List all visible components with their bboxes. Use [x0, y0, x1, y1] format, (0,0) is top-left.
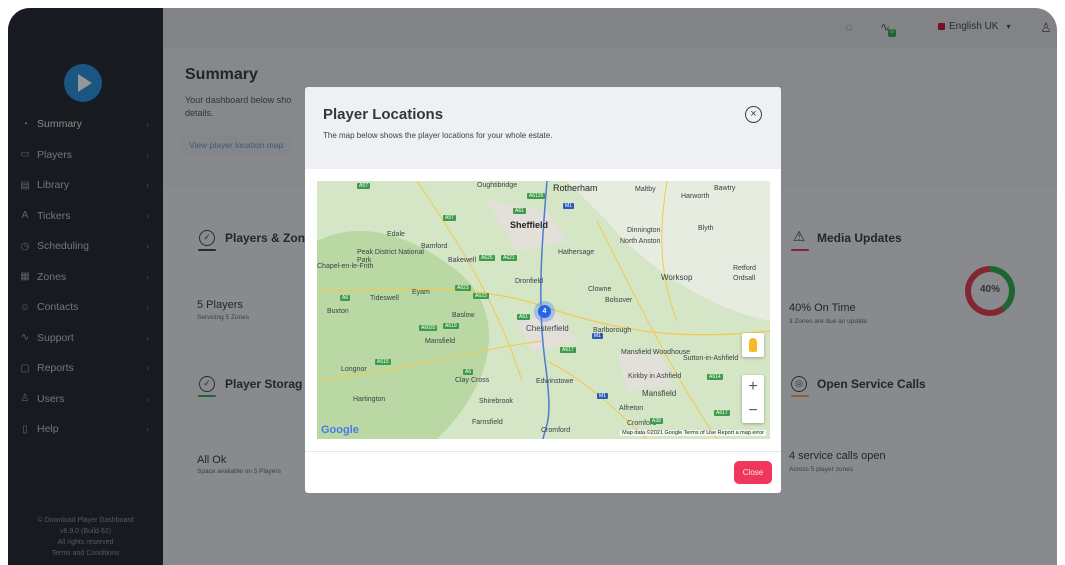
road-marker: M1 [597, 393, 608, 399]
close-icon[interactable]: × [745, 106, 762, 123]
road-marker: A6 [340, 295, 351, 301]
map-place: Blyth [698, 225, 714, 232]
road-marker: A6135 [527, 193, 546, 199]
road-marker: A617 [714, 410, 730, 416]
road-marker: M1 [592, 333, 603, 339]
road-marker: M1 [563, 203, 574, 209]
map-place: Mansfield Woodhouse [621, 349, 691, 356]
map-place: Farnsfield [472, 419, 503, 426]
road-marker: A614 [707, 374, 723, 380]
map-place: Clowne [588, 286, 612, 293]
zoom-out-button[interactable]: − [742, 399, 764, 423]
map-place: Worksop [661, 273, 693, 282]
modal-subtitle: The map below shows the player locations… [323, 131, 553, 140]
modal-title: Player Locations [323, 106, 444, 123]
map-place: Rotherham [553, 183, 598, 193]
road-marker: A6 [463, 369, 474, 375]
map-place: Harworth [681, 193, 710, 200]
map-place: Bakewell [448, 257, 477, 264]
player-locations-modal: Player Locations The map below shows the… [305, 87, 781, 493]
map-place: Edwinstowe [536, 378, 574, 385]
road-marker: A623 [473, 293, 489, 299]
map-place: Edale [387, 231, 405, 238]
map-place: Bolsover [605, 297, 633, 304]
zoom-control: + − [742, 375, 764, 423]
modal-header: Player Locations The map below shows the… [305, 87, 781, 169]
map-place: Ordsall [733, 275, 756, 282]
road-marker: A6020 [419, 325, 438, 331]
google-logo: Google [321, 424, 359, 436]
map-place: Chapel-en-le-Frith [317, 263, 374, 270]
map-place: Longnor [341, 366, 367, 373]
road-marker: A617 [560, 347, 576, 353]
map-place: Kirkby in Ashfield [628, 373, 682, 380]
app-window: ◔ Summary › ▭ Players › ▤ Library › A Tickers › … [8, 8, 1057, 565]
map-place: Clay Cross [455, 377, 490, 384]
road-marker: A57 [443, 215, 456, 221]
map-place: North Anston [620, 238, 661, 245]
donut-label: 40% [979, 284, 1000, 295]
map-place: Chesterfield [526, 324, 569, 333]
map-place: Tideswell [370, 295, 399, 302]
map-place: Alfreton [619, 405, 644, 412]
map-place: Dinnington [627, 227, 661, 234]
road-marker: A625 [479, 255, 495, 261]
modal-footer-divider [305, 451, 781, 452]
map-place: Sheffield [510, 220, 549, 230]
map-attribution[interactable]: Map data ©2021 Google Terms of Use Repor… [620, 430, 766, 436]
map-place: Sutton-in-Ashfield [683, 355, 739, 362]
map-place: Mansfield [425, 338, 455, 345]
location-map[interactable]: Oughtibridge Rotherham Sheffield Maltby … [317, 181, 770, 439]
road-marker: A621 [501, 255, 517, 261]
map-place: Maltby [635, 186, 656, 193]
road-marker: A619 [443, 323, 459, 329]
map-place: Oughtibridge [477, 182, 518, 189]
road-marker: A38 [650, 418, 663, 424]
map-place: Cromford [541, 427, 571, 434]
close-button[interactable]: Close [734, 461, 772, 484]
map-place: Bawtry [714, 185, 736, 192]
map-place: Buxton [327, 308, 349, 315]
map-place: Baslow [452, 312, 475, 319]
road-marker: A515 [375, 359, 391, 365]
map-place: Retford [733, 265, 756, 272]
map-place: Mansfield [642, 389, 677, 398]
zoom-in-button[interactable]: + [742, 375, 764, 399]
map-place: Shirebrook [479, 398, 513, 405]
map-place: Eyam [412, 289, 430, 296]
player-cluster-marker[interactable]: 4 [538, 305, 551, 318]
road-marker: A57 [357, 183, 370, 189]
map-place: Hartington [353, 396, 386, 403]
road-marker: A61 [513, 208, 526, 214]
map-place: Dronfield [515, 278, 544, 285]
map-place: Hathersage [558, 249, 595, 256]
street-view-icon[interactable] [742, 333, 764, 357]
road-marker: A61 [517, 314, 530, 320]
road-marker: A623 [455, 285, 471, 291]
